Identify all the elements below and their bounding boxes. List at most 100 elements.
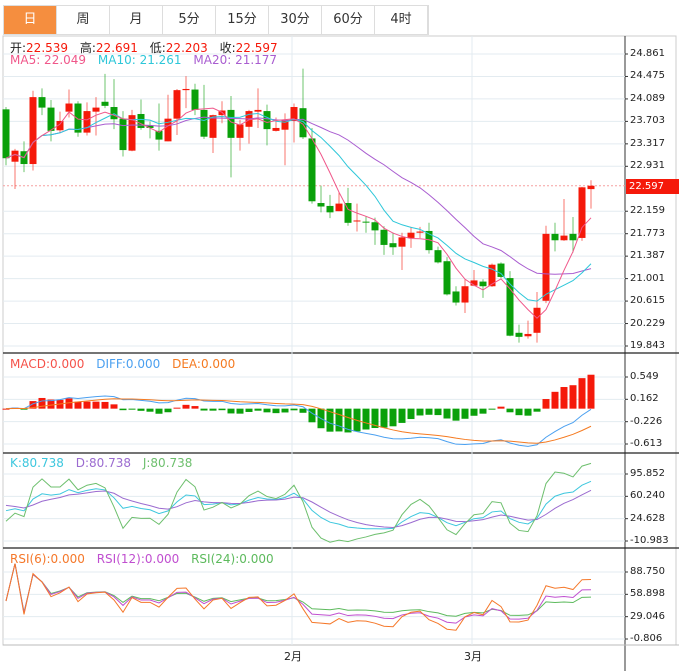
candle-down [308, 138, 316, 202]
candle-up [236, 124, 244, 138]
macd-bar [443, 408, 451, 419]
current-price-tag: 22.597 [626, 179, 679, 194]
macd-bar [542, 399, 550, 409]
price-axis-label: 23.317 [630, 137, 665, 149]
candle-down [443, 261, 451, 295]
candle-up [560, 235, 568, 241]
rsi-axis-label: 58.898 [630, 588, 665, 600]
macd-bar [200, 408, 208, 411]
candle-up [173, 90, 181, 119]
macd-bar [335, 408, 343, 432]
macd-bar [83, 401, 91, 409]
rsi6-line [5, 563, 592, 631]
macd-bar [74, 401, 82, 409]
candle-up [209, 115, 217, 138]
candle-up [542, 233, 550, 301]
macd-bar [380, 408, 388, 428]
macd-bar [524, 408, 532, 416]
candle-up [254, 109, 262, 112]
macd-axis-label: 0.549 [630, 371, 659, 382]
candle-down [47, 107, 55, 131]
macd-bar [281, 408, 289, 413]
macd-bar [362, 408, 370, 430]
candle-up [578, 187, 586, 238]
ma10-label: MA10: 21.261 [97, 53, 182, 67]
candle-down [551, 233, 559, 241]
kdj-header: K:80.738 D:80.738 J:80.738 [10, 456, 200, 470]
rsi24-label: RSI(24):0.000 [191, 552, 274, 566]
candle-up [461, 286, 469, 303]
price-axis-label: 21.773 [630, 227, 665, 239]
candle-down [263, 111, 271, 130]
rsi-axis-label: -0.806 [630, 633, 663, 644]
candle-down [317, 203, 325, 207]
x-axis-label: 3月 [464, 650, 482, 663]
macd-bar [506, 408, 514, 413]
candle-up [407, 232, 415, 238]
macd-bar [290, 408, 298, 411]
macd-bar [146, 408, 154, 412]
candle-down [200, 109, 208, 137]
macd-bar [209, 408, 217, 411]
candle-up [416, 231, 424, 233]
macd-bar [497, 406, 505, 409]
x-axis-label: 2月 [284, 650, 302, 663]
ma20-label: MA20: 21.177 [193, 53, 278, 67]
macd-bar [389, 408, 397, 427]
macd-bar [236, 408, 244, 414]
price-axis-label: 23.703 [630, 115, 665, 127]
price-axis-label: 21.387 [630, 250, 665, 262]
candle-down [497, 263, 505, 277]
kdj-axis-label: 60.240 [630, 490, 665, 502]
chart-canvas[interactable] [0, 0, 679, 671]
k-line [5, 480, 592, 530]
candle-up [29, 97, 37, 165]
macd-bar [308, 408, 316, 423]
rsi-header: RSI(6):0.000 RSI(12):0.000 RSI(24):0.000 [10, 552, 282, 566]
candle-up [524, 333, 532, 337]
price-axis-label: 22.159 [630, 205, 665, 217]
price-axis-label: 24.089 [630, 92, 665, 104]
rsi24-line [5, 563, 592, 617]
macd-bar [461, 408, 469, 419]
diff-label: DIFF:0.000 [96, 357, 161, 371]
macd-bar [452, 408, 460, 421]
ma5-label: MA5: 22.049 [10, 53, 87, 67]
chart-widget: 日 周 月 5分 15分 30分 60分 4时 开:22.539 高:22.69… [0, 0, 679, 671]
price-axis-label: 24.475 [630, 70, 665, 82]
macd-bar [137, 408, 145, 411]
candle-up [65, 103, 73, 112]
kdj-axis-label: 95.852 [630, 468, 665, 479]
candle-down [479, 281, 487, 287]
macd-header: MACD:0.000 DIFF:0.000 DEA:0.000 [10, 357, 243, 371]
d-label: D:80.738 [75, 456, 132, 470]
macd-bar [110, 404, 118, 409]
candle-down [2, 109, 10, 159]
macd-bar [299, 408, 307, 413]
macd-bar [578, 378, 586, 409]
candle-down [38, 97, 46, 108]
candle-up [83, 111, 91, 133]
macd-bar [488, 408, 496, 410]
j-label: J:80.738 [142, 456, 193, 470]
candle-up [335, 203, 343, 212]
candle-down [74, 103, 82, 133]
macd-bar [191, 406, 199, 409]
rsi6-label: RSI(6):0.000 [10, 552, 85, 566]
candle-up [587, 185, 595, 190]
macd-bar [272, 408, 280, 414]
dea-label: DEA:0.000 [172, 357, 236, 371]
macd-bar [470, 408, 478, 416]
macd-bar [155, 408, 163, 414]
rsi-axis-label: 88.750 [630, 566, 665, 577]
candle-down [389, 243, 397, 248]
price-axis-label: 19.843 [630, 340, 665, 351]
macd-label: MACD:0.000 [10, 357, 85, 371]
rsi12-label: RSI(12):0.000 [96, 552, 180, 566]
macd-bar [101, 401, 109, 409]
macd-bar [245, 408, 253, 412]
candle-down [137, 113, 145, 128]
candle-up [11, 150, 19, 162]
candle-up [533, 307, 541, 333]
kdj-axis-label: -10.983 [630, 535, 669, 546]
